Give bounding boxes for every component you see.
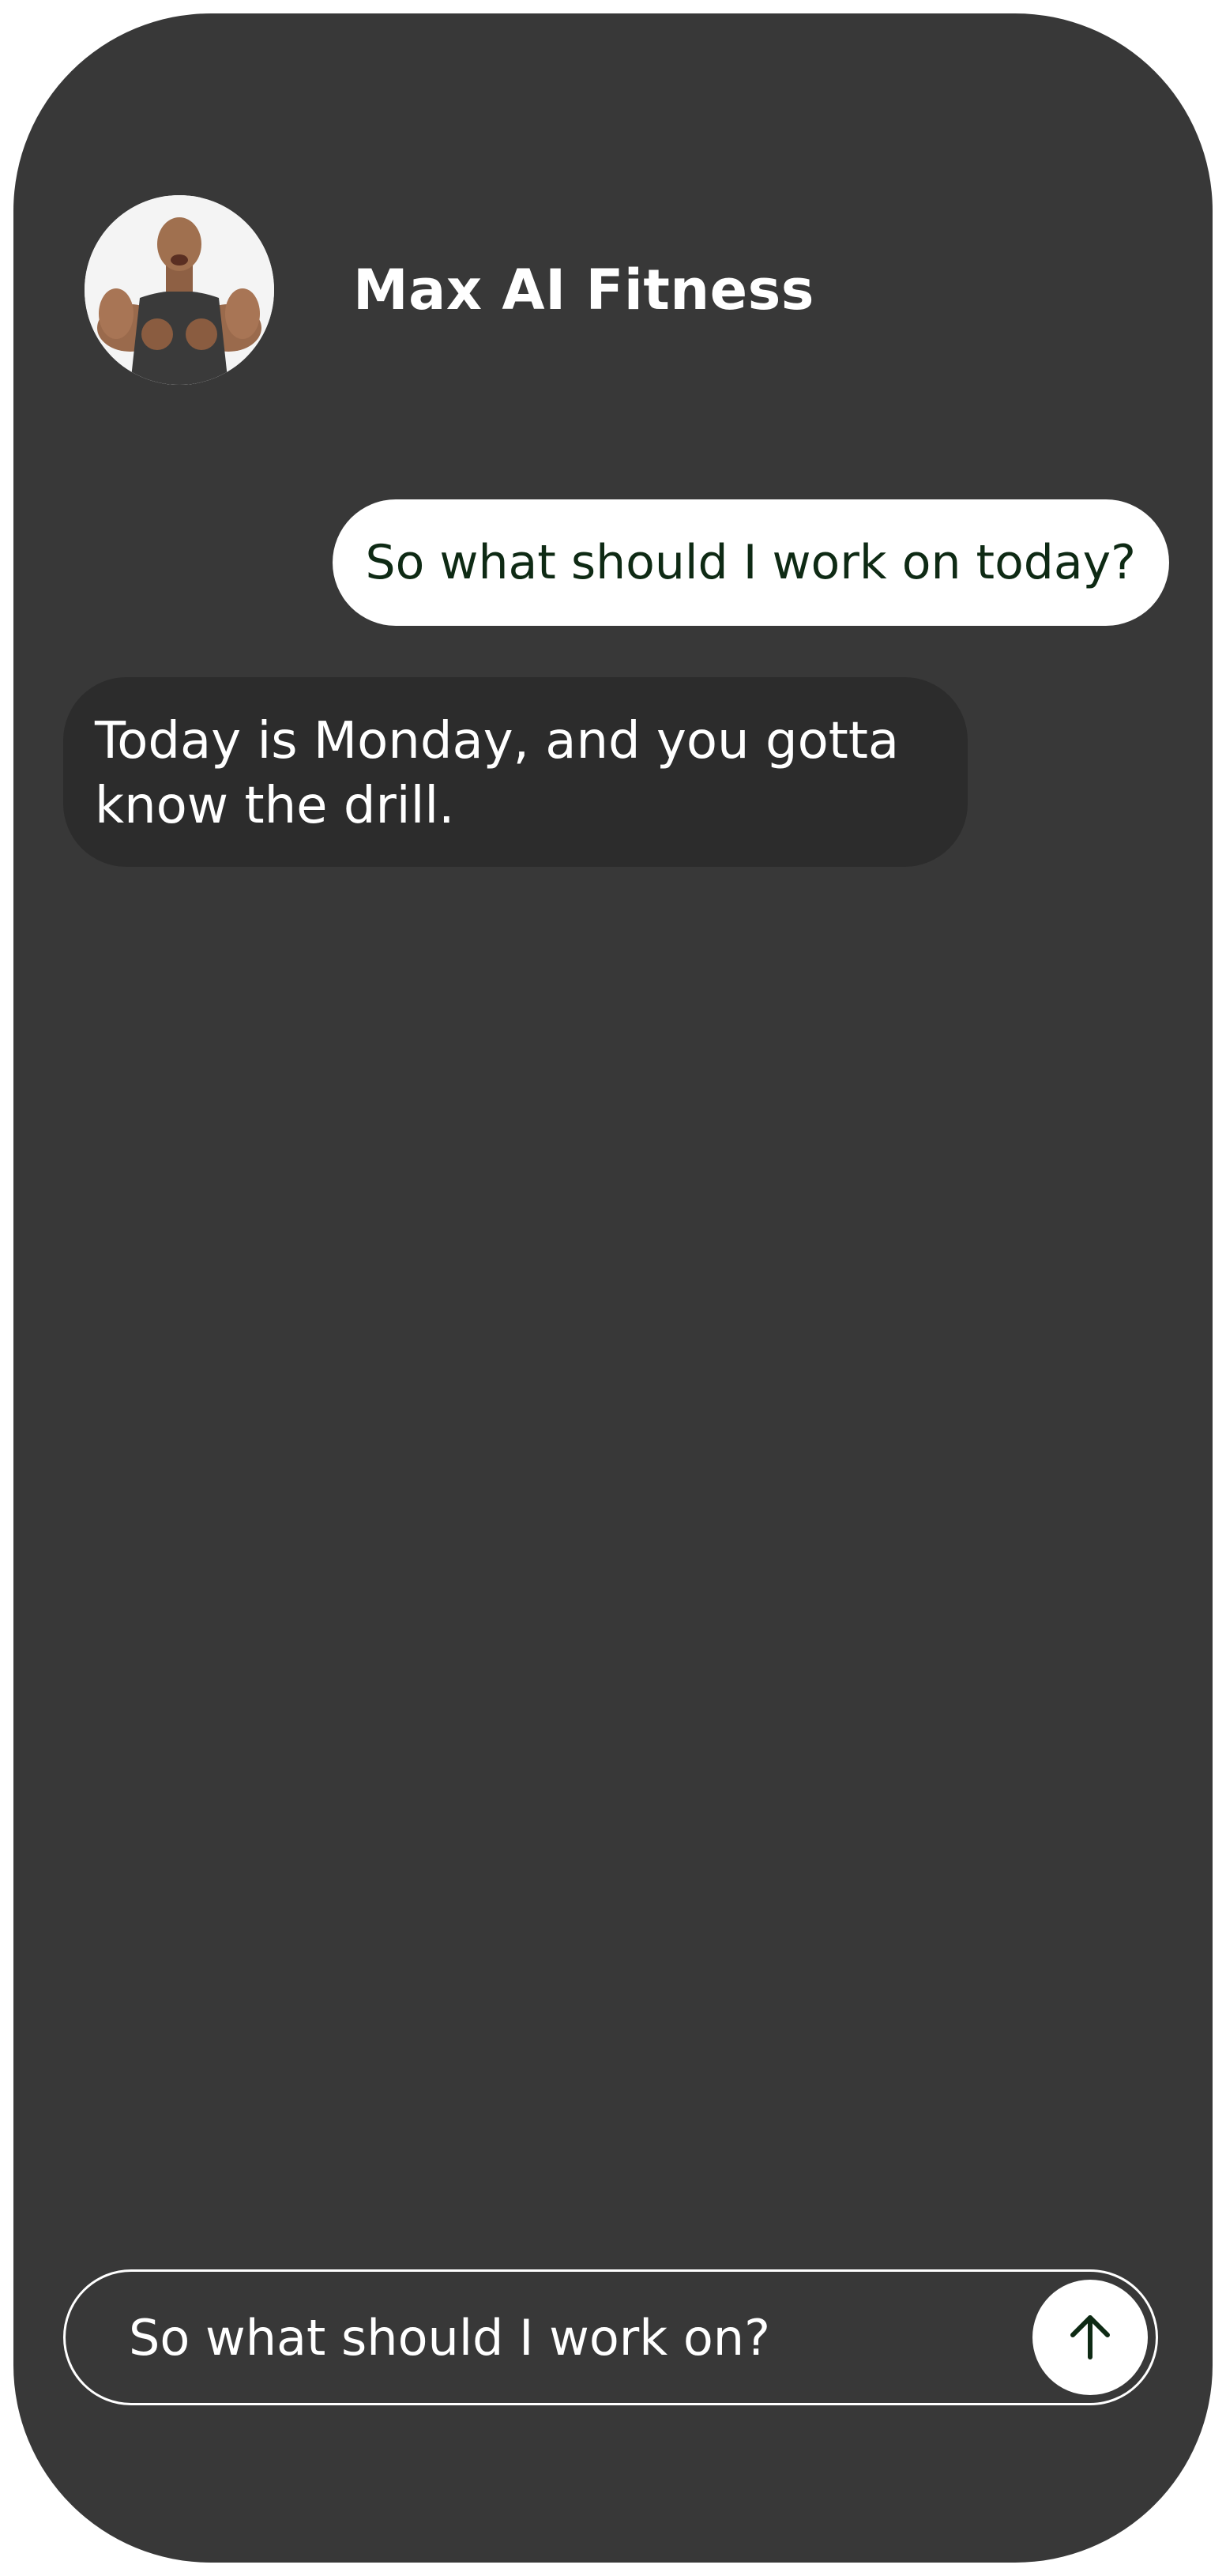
message-composer [63, 2269, 1158, 2405]
assistant-message-bubble: Today is Monday, and you gotta know the … [63, 677, 968, 867]
arrow-up-icon [1070, 2315, 1110, 2359]
avatar[interactable] [85, 195, 274, 385]
send-button[interactable] [1032, 2280, 1148, 2395]
message-input[interactable] [129, 2298, 1032, 2377]
chat-header: Max AI Fitness [85, 195, 814, 385]
user-message-bubble: So what should I work on today? [332, 499, 1169, 626]
trainer-avatar-image [85, 195, 274, 385]
chat-screen: Max AI Fitness So what should I work on … [13, 13, 1213, 2563]
app-title: Max AI Fitness [353, 258, 814, 322]
